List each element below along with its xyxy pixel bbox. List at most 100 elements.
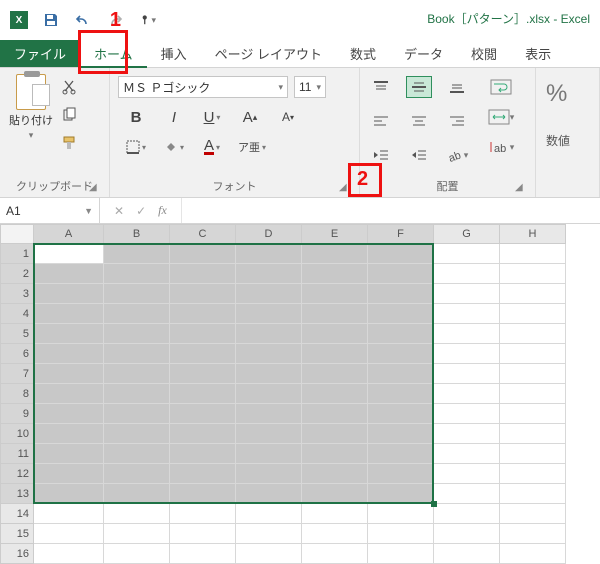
cell[interactable] <box>236 344 302 364</box>
font-launcher-icon[interactable]: ◢ <box>339 182 351 194</box>
row-header[interactable]: 14 <box>0 504 34 524</box>
cell[interactable] <box>104 344 170 364</box>
cell[interactable] <box>434 244 500 264</box>
underline-button[interactable]: U <box>200 105 224 129</box>
cell[interactable] <box>34 484 104 504</box>
cancel-formula-icon[interactable]: ✕ <box>114 204 124 218</box>
orientation-icon[interactable]: ab▾ <box>444 144 470 166</box>
bold-button[interactable]: B <box>124 105 148 129</box>
cell[interactable] <box>368 404 434 424</box>
cell[interactable] <box>434 364 500 384</box>
cell[interactable] <box>104 524 170 544</box>
cell[interactable] <box>368 504 434 524</box>
cell[interactable] <box>500 464 566 484</box>
cell[interactable] <box>500 544 566 564</box>
cell[interactable] <box>500 444 566 464</box>
cell[interactable] <box>104 244 170 264</box>
cell[interactable] <box>500 364 566 384</box>
fill-color-button[interactable] <box>162 135 186 159</box>
align-center-icon[interactable] <box>406 110 432 132</box>
cell[interactable] <box>434 504 500 524</box>
column-header[interactable]: E <box>302 224 368 244</box>
cell[interactable] <box>104 304 170 324</box>
cell[interactable] <box>104 404 170 424</box>
select-all-corner[interactable] <box>0 224 34 244</box>
row-header[interactable]: 13 <box>0 484 34 504</box>
undo-icon[interactable] <box>74 11 92 29</box>
cell[interactable] <box>236 284 302 304</box>
percent-style-icon[interactable]: % <box>546 74 567 108</box>
cell[interactable] <box>236 504 302 524</box>
phonetic-button[interactable]: ア亜 <box>238 135 266 159</box>
cell[interactable] <box>368 304 434 324</box>
cell[interactable] <box>302 404 368 424</box>
cell[interactable] <box>434 484 500 504</box>
cell[interactable] <box>302 244 368 264</box>
chevron-down-icon[interactable]: ▼ <box>84 206 93 216</box>
cell[interactable] <box>434 544 500 564</box>
cell[interactable] <box>368 364 434 384</box>
column-header[interactable]: G <box>434 224 500 244</box>
name-box[interactable]: A1 ▼ <box>0 198 100 223</box>
cell[interactable] <box>34 344 104 364</box>
column-header[interactable]: H <box>500 224 566 244</box>
cell[interactable] <box>368 544 434 564</box>
cell[interactable] <box>434 404 500 424</box>
row-header[interactable]: 5 <box>0 324 34 344</box>
cell[interactable] <box>170 264 236 284</box>
cell[interactable] <box>302 364 368 384</box>
cell[interactable] <box>302 544 368 564</box>
cell[interactable] <box>434 524 500 544</box>
cell[interactable] <box>104 284 170 304</box>
merge-center-icon[interactable]: ▾ <box>486 106 516 128</box>
cell[interactable] <box>302 384 368 404</box>
row-header[interactable]: 8 <box>0 384 34 404</box>
cell[interactable] <box>236 244 302 264</box>
border-button[interactable] <box>124 135 148 159</box>
cell[interactable] <box>368 444 434 464</box>
worksheet-grid[interactable]: ABCDEFGH12345678910111213141516 <box>0 224 600 564</box>
row-header[interactable]: 4 <box>0 304 34 324</box>
tab-home[interactable]: ホーム <box>80 40 147 67</box>
cell[interactable] <box>302 344 368 364</box>
cell[interactable] <box>104 264 170 284</box>
cell[interactable] <box>236 424 302 444</box>
cell[interactable] <box>500 384 566 404</box>
cell[interactable] <box>368 324 434 344</box>
cell[interactable] <box>170 544 236 564</box>
cell[interactable] <box>170 504 236 524</box>
cell[interactable] <box>170 444 236 464</box>
cut-icon[interactable] <box>60 78 78 96</box>
column-header[interactable]: B <box>104 224 170 244</box>
row-header[interactable]: 1 <box>0 244 34 264</box>
cell[interactable] <box>302 524 368 544</box>
cell[interactable] <box>104 364 170 384</box>
cell[interactable] <box>236 444 302 464</box>
cell[interactable] <box>368 464 434 484</box>
cell[interactable] <box>34 284 104 304</box>
cell[interactable] <box>34 404 104 424</box>
row-header[interactable]: 6 <box>0 344 34 364</box>
cell[interactable] <box>104 464 170 484</box>
cell[interactable] <box>104 424 170 444</box>
cell[interactable] <box>34 264 104 284</box>
row-header[interactable]: 9 <box>0 404 34 424</box>
tab-formulas[interactable]: 数式 <box>336 40 390 67</box>
clipboard-launcher-icon[interactable]: ◢ <box>89 182 101 194</box>
cell[interactable] <box>236 544 302 564</box>
cell[interactable] <box>236 384 302 404</box>
cell[interactable] <box>170 524 236 544</box>
cell[interactable] <box>170 364 236 384</box>
enter-formula-icon[interactable]: ✓ <box>136 204 146 218</box>
cell[interactable] <box>104 544 170 564</box>
font-name-combo[interactable]: ＭＳ Ｐゴシック▾ <box>118 76 288 98</box>
cell[interactable] <box>434 424 500 444</box>
cell[interactable] <box>170 384 236 404</box>
fill-handle[interactable] <box>431 501 437 507</box>
cell[interactable] <box>34 244 104 264</box>
cell[interactable] <box>170 484 236 504</box>
cell[interactable] <box>236 304 302 324</box>
row-header[interactable]: 12 <box>0 464 34 484</box>
cell[interactable] <box>236 364 302 384</box>
cell[interactable] <box>500 324 566 344</box>
